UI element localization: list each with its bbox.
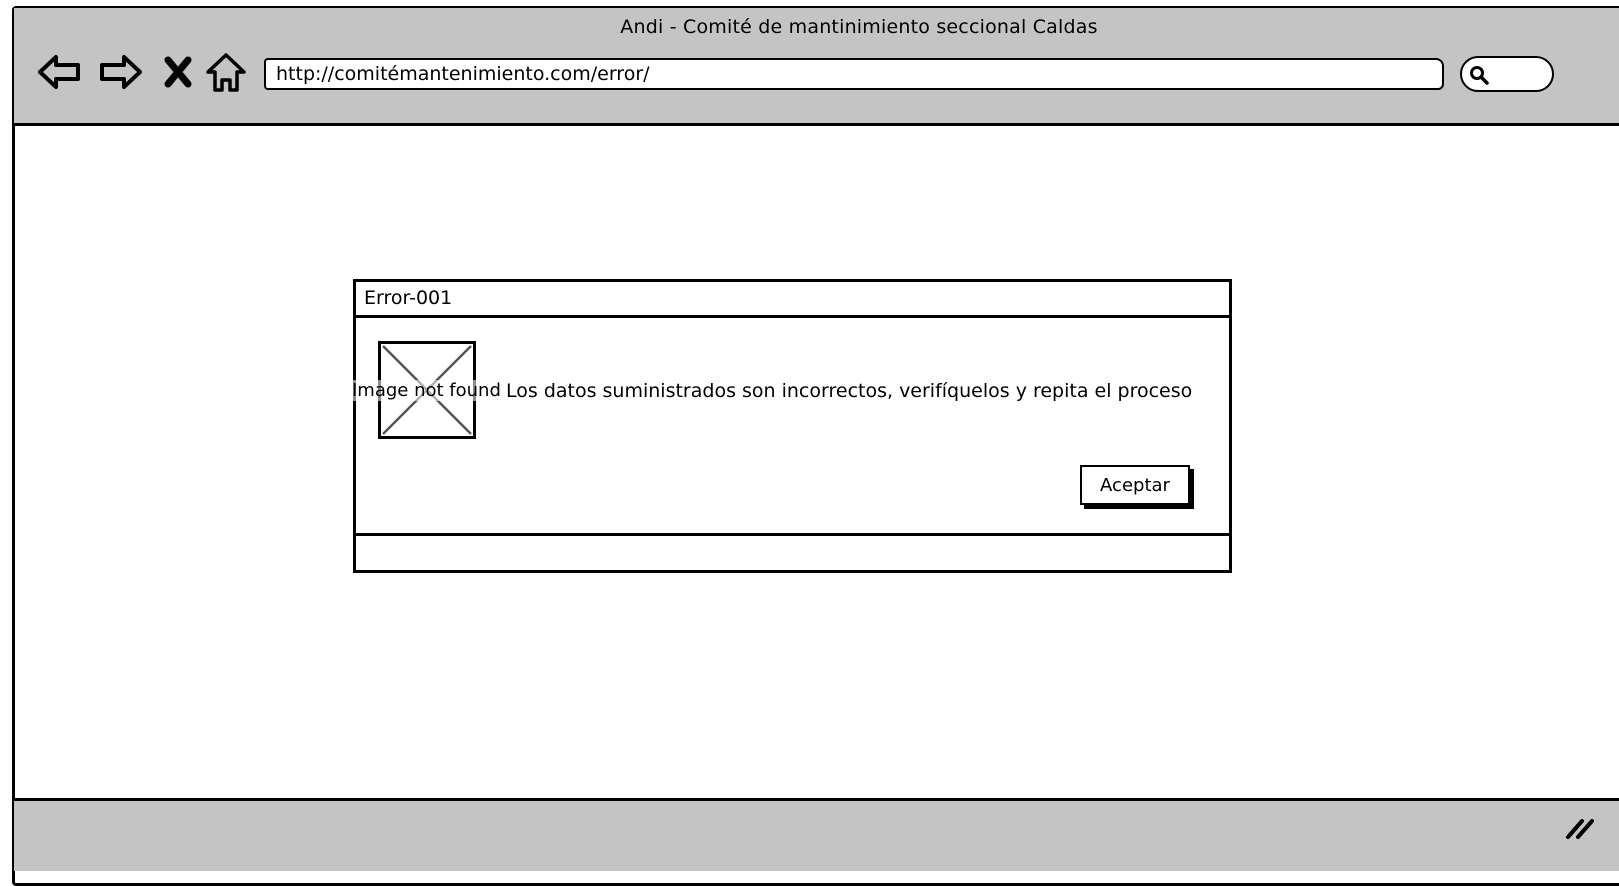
resize-grip-icon[interactable]: [1562, 811, 1602, 841]
search-icon[interactable]: [1468, 64, 1490, 86]
error-message: Los datos suministrados son incorrectos,…: [506, 380, 1193, 402]
close-icon[interactable]: [162, 52, 202, 92]
url-text[interactable]: http://comitémantenimiento.com/error/: [276, 63, 650, 85]
image-not-found-text: Image not found: [352, 380, 501, 401]
status-bar: [14, 798, 1619, 871]
back-arrow-icon[interactable]: [36, 52, 80, 92]
window-title: Andi - Comité de mantinimiento seccional…: [620, 16, 1098, 38]
dialog-footer: [356, 533, 1229, 570]
dialog-title: Error-001: [364, 287, 453, 309]
home-icon[interactable]: [204, 52, 246, 92]
dialog-header: Error-001: [356, 282, 1229, 318]
address-bar[interactable]: http://comitémantenimiento.com/error/: [264, 58, 1444, 90]
search-field[interactable]: [1460, 56, 1554, 92]
error-dialog: Error-001 Image not found Los datos sumi…: [352, 279, 1232, 573]
browser-toolbar: Andi - Comité de mantinimiento seccional…: [14, 8, 1619, 126]
forward-arrow-icon[interactable]: [96, 52, 142, 92]
accept-button[interactable]: Aceptar: [1080, 465, 1190, 505]
